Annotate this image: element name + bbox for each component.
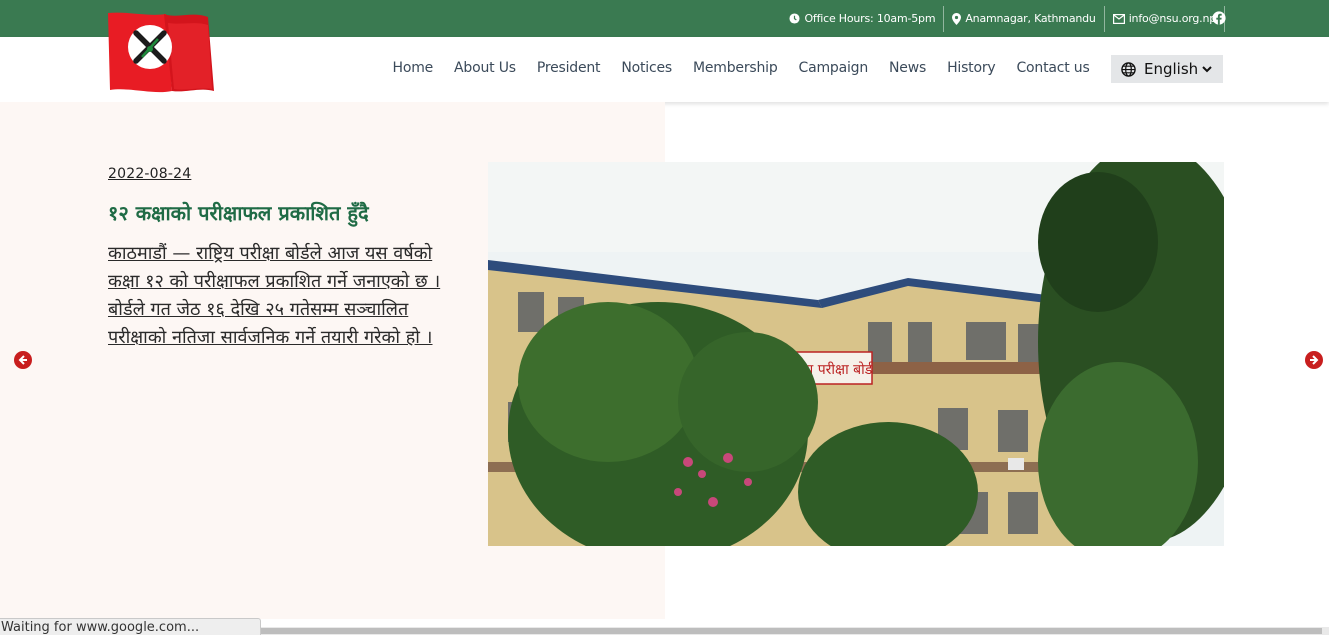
nav-notices[interactable]: Notices — [611, 60, 683, 76]
address-text: Anamnagar, Kathmandu — [965, 12, 1096, 25]
nav-contact-us[interactable]: Contact us — [1006, 60, 1100, 76]
facebook-icon[interactable] — [1212, 11, 1226, 25]
nav-president[interactable]: President — [526, 60, 611, 76]
carousel-next-button[interactable] — [1305, 351, 1323, 369]
nav-history[interactable]: History — [937, 60, 1006, 76]
nav-news[interactable]: News — [879, 60, 937, 76]
clock-icon — [789, 13, 800, 24]
browser-status-bar: Waiting for www.google.com... — [0, 618, 261, 635]
nav-campaign[interactable]: Campaign — [788, 60, 879, 76]
nav-about-us[interactable]: About Us — [444, 60, 527, 76]
address: Anamnagar, Kathmandu — [943, 5, 1103, 32]
language-selected: English — [1144, 60, 1199, 78]
email-text: info@nsu.org.np — [1128, 12, 1216, 25]
slide-title: १२ कक्षाको परीक्षाफल प्रकाशित हुँदै — [108, 201, 369, 225]
top-info-items: Office Hours: 10am-5pm Anamnagar, Kathma… — [781, 0, 1225, 37]
nav-membership[interactable]: Membership — [682, 60, 788, 76]
map-marker-icon — [952, 12, 962, 25]
carousel-prev-button[interactable] — [14, 351, 32, 369]
nsu-flag-logo[interactable] — [108, 11, 216, 93]
office-hours: Office Hours: 10am-5pm — [781, 6, 943, 32]
main-nav: Home About Us President Notices Membersh… — [382, 37, 1100, 99]
globe-icon — [1121, 61, 1136, 77]
slide-date[interactable]: 2022-08-24 — [108, 166, 191, 182]
slide-body[interactable]: काठमाडौं — राष्ट्रिय परीक्षा बोर्डले आज … — [108, 240, 468, 352]
office-hours-text: Office Hours: 10am-5pm — [804, 12, 936, 25]
language-select[interactable]: English — [1111, 55, 1223, 83]
envelope-icon — [1112, 13, 1125, 24]
chevron-down-icon — [1202, 66, 1212, 73]
scrollbar-thumb[interactable] — [250, 628, 1322, 634]
arrow-right-icon — [1310, 355, 1319, 365]
nav-home[interactable]: Home — [382, 60, 444, 76]
email-link[interactable]: info@nsu.org.np — [1103, 5, 1224, 32]
slide-photo-exam-board-building: राष्ट्रिय परीक्षा बोर्ड — [488, 162, 1224, 546]
arrow-left-icon — [18, 355, 27, 365]
